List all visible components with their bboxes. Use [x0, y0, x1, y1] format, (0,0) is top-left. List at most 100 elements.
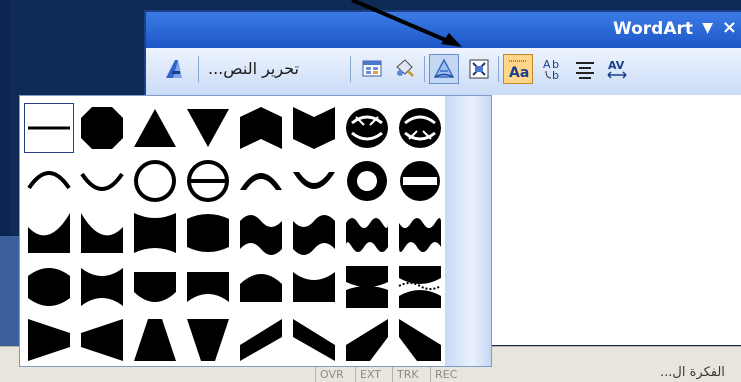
shape-option-ring-inside[interactable] [342, 103, 392, 153]
cascade-up-icon [346, 319, 388, 361]
shape-option-double-wave-1[interactable] [342, 209, 392, 259]
shape-option-chevron-up[interactable] [236, 103, 286, 153]
shape-a-icon [433, 58, 455, 78]
av-spacing-icon: AV [607, 59, 627, 79]
shape-option-stop[interactable] [77, 103, 127, 153]
status-trk[interactable]: TRK [392, 367, 419, 382]
shape-option-can-up[interactable] [130, 209, 180, 259]
close-icon[interactable]: × [722, 17, 737, 38]
curve-up-icon [28, 213, 70, 253]
shape-option-deflate-inflate-deflate[interactable] [395, 262, 445, 312]
wordart-gallery-button[interactable] [358, 54, 388, 84]
shape-option-triangle-down[interactable] [183, 103, 233, 153]
shape-option-can-down[interactable] [183, 209, 233, 259]
shape-option-wave-2[interactable] [289, 209, 339, 259]
fade-up-icon [134, 319, 176, 361]
shape-option-inflate-bottom[interactable] [130, 262, 180, 312]
shape-option-fade-left[interactable] [77, 315, 127, 365]
toolbar-separator [498, 56, 499, 82]
shape-option-slant-down[interactable] [289, 315, 339, 365]
format-wordart-button[interactable] [390, 54, 420, 84]
triangle-down-icon [187, 109, 229, 147]
status-rec[interactable]: REC [430, 367, 457, 382]
fade-down-icon [187, 319, 229, 361]
shape-option-deflate-inflate[interactable] [342, 262, 392, 312]
arch-up-curve-icon [27, 171, 71, 190]
shape-option-slant-up[interactable] [236, 315, 286, 365]
shape-option-circle-pour[interactable] [342, 156, 392, 206]
character-spacing-button[interactable]: AV [602, 54, 632, 84]
chevron-down-icon [293, 107, 335, 149]
status-ext[interactable]: EXT [355, 367, 381, 382]
toolbar-button-row: تحرير النص... Aa A b b AV [146, 48, 741, 95]
button-pour-icon [400, 161, 440, 201]
slant-down-icon [293, 319, 335, 361]
wordart-shape-button[interactable] [429, 54, 459, 84]
fade-left-icon [81, 319, 123, 361]
shape-option-fade-up[interactable] [130, 315, 180, 365]
wave-2-icon [293, 215, 335, 255]
toolbar-options-icon[interactable]: ▼ [702, 20, 713, 36]
toolbar-separator [350, 56, 351, 82]
svg-text:A: A [543, 58, 551, 71]
shape-option-arch-down-curve[interactable] [77, 156, 127, 206]
aa-icon: Aa [509, 60, 529, 81]
document-area [492, 95, 741, 345]
shape-option-curve-down[interactable] [77, 209, 127, 259]
shape-option-arch-down-pour[interactable] [289, 156, 339, 206]
shape-option-button-pour[interactable] [395, 156, 445, 206]
wordart-insert-button[interactable] [160, 54, 190, 84]
shape-option-inflate-top[interactable] [236, 262, 286, 312]
ring-outside-icon [399, 108, 441, 148]
edit-text-button[interactable]: تحرير النص... [208, 56, 299, 82]
shape-option-triangle-up[interactable] [130, 103, 180, 153]
shape-option-fade-down[interactable] [183, 315, 233, 365]
inflate-bottom-icon [134, 272, 176, 302]
shape-option-button-curve[interactable] [183, 156, 233, 206]
toolbar-titlebar[interactable]: WordArt ▼ × [146, 12, 741, 48]
shape-option-ring-outside[interactable] [395, 103, 445, 153]
cascade-down-icon [399, 319, 441, 361]
toolbar-separator [424, 56, 425, 82]
wrap-icon [469, 59, 489, 79]
gallery-icon [362, 60, 382, 77]
inflate-icon [28, 268, 70, 306]
shape-option-plain-text[interactable] [24, 103, 74, 153]
wordart-a-icon [166, 60, 182, 78]
shape-option-circle-curve[interactable] [130, 156, 180, 206]
shape-option-cascade-down[interactable] [395, 315, 445, 365]
same-letter-heights-button[interactable]: Aa [503, 54, 533, 84]
triangle-up-icon [134, 109, 176, 147]
circle-curve-icon [134, 160, 176, 202]
shape-option-deflate-bottom[interactable] [183, 262, 233, 312]
deflate-icon [81, 268, 123, 306]
shape-option-cascade-up[interactable] [342, 315, 392, 365]
button-curve-icon [187, 160, 229, 202]
shape-option-inflate[interactable] [24, 262, 74, 312]
vertical-text-button[interactable]: A b b [538, 54, 568, 84]
status-language: الفكرة ال... [660, 365, 725, 380]
wordart-shape-gallery [19, 95, 492, 367]
shape-option-arch-up-pour[interactable] [236, 156, 286, 206]
status-ovr[interactable]: OVR [315, 367, 344, 382]
shape-option-deflate-top[interactable] [289, 262, 339, 312]
stop-icon [81, 107, 123, 149]
deflate-inflate-icon [346, 266, 388, 308]
alignment-button[interactable] [570, 54, 600, 84]
wordart-toolbar: WordArt ▼ × تحرير النص... Aa A b b AV [144, 10, 741, 99]
shape-option-wave-1[interactable] [236, 209, 286, 259]
shape-option-arch-up-curve[interactable] [24, 156, 74, 206]
arch-down-pour-icon [293, 172, 335, 189]
deflate-bottom-icon [187, 272, 229, 302]
ring-inside-icon [346, 108, 388, 148]
deflate-top-icon [293, 272, 335, 302]
shape-option-deflate[interactable] [77, 262, 127, 312]
shape-option-curve-up[interactable] [24, 209, 74, 259]
shape-option-fade-right[interactable] [24, 315, 74, 365]
arch-down-curve-icon [80, 172, 124, 191]
deflate-inflate-deflate-icon [398, 266, 442, 308]
gallery-scroll-strip [445, 96, 491, 366]
shape-option-chevron-down[interactable] [289, 103, 339, 153]
shape-option-double-wave-2[interactable] [395, 209, 445, 259]
text-wrapping-button[interactable] [464, 54, 494, 84]
